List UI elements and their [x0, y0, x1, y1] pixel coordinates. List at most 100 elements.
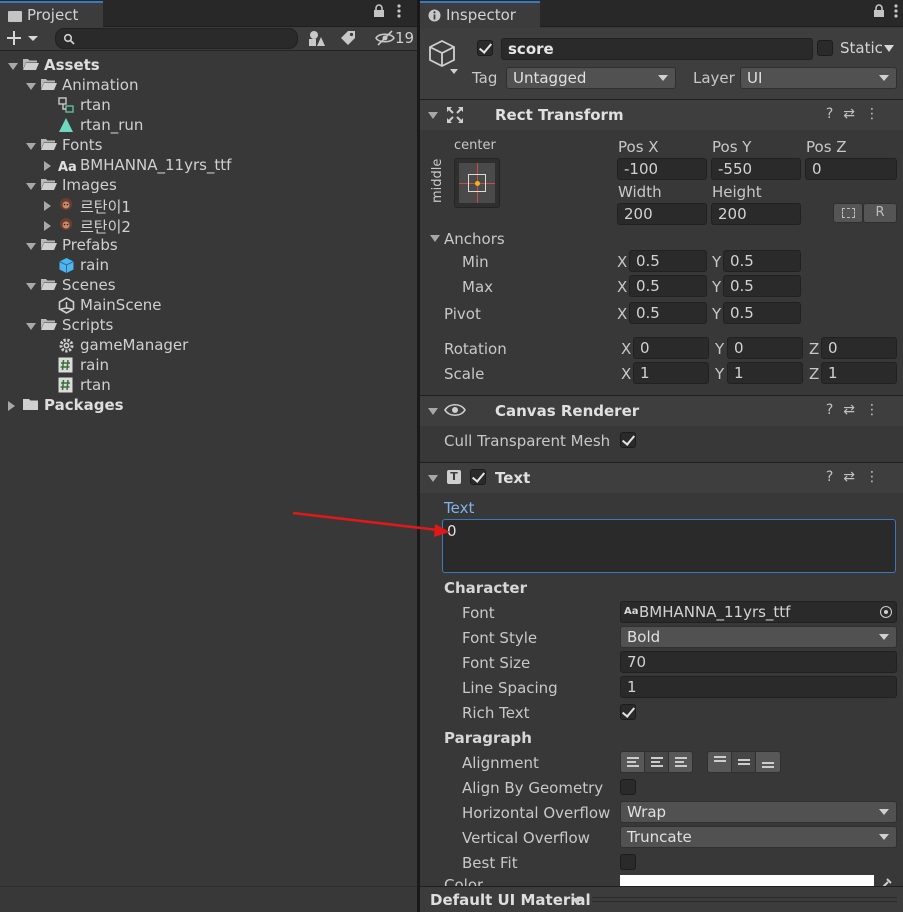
tree-item[interactable]: rtan: [0, 376, 417, 396]
rotation-z-field[interactable]: 0: [821, 337, 897, 359]
tree-item[interactable]: Images: [0, 176, 417, 196]
hidden-packages-toggle[interactable]: 19: [375, 29, 414, 47]
tree-item[interactable]: rtan: [0, 96, 417, 116]
more-options-icon[interactable]: ⋮: [865, 106, 889, 122]
active-checkbox[interactable]: [477, 40, 493, 56]
tree-item[interactable]: Animation: [0, 76, 417, 96]
tree-item[interactable]: gameManager: [0, 336, 417, 356]
tree-item[interactable]: Packages: [0, 396, 417, 416]
preset-icon[interactable]: ⇄: [843, 106, 865, 122]
max-y-field[interactable]: 0.5: [723, 275, 801, 297]
align-middle-button[interactable]: [732, 752, 756, 772]
tree-item[interactable]: 르탄이1: [0, 196, 417, 216]
expand-arrow-right-icon[interactable]: [44, 161, 51, 171]
height-field[interactable]: 200: [711, 203, 801, 225]
expand-arrow-right-icon[interactable]: [8, 401, 15, 411]
align-left-button[interactable]: [621, 752, 645, 772]
more-options-icon[interactable]: [894, 4, 898, 22]
expand-arrow-down-icon[interactable]: [26, 283, 36, 290]
tree-item[interactable]: 르탄이2: [0, 216, 417, 236]
material-dropdown-icon[interactable]: [572, 898, 582, 905]
expand-arrow-down-icon[interactable]: [8, 63, 18, 70]
material-dropdown-label[interactable]: Default UI Material: [430, 891, 591, 909]
tab-project[interactable]: Project: [0, 1, 103, 28]
align-by-geometry-checkbox[interactable]: [620, 779, 636, 795]
static-dropdown-icon[interactable]: [884, 45, 894, 52]
rotation-y-field[interactable]: 0: [727, 337, 803, 359]
align-bottom-button[interactable]: [756, 752, 780, 772]
max-x-field[interactable]: 0.5: [629, 275, 707, 297]
expand-arrow-down-icon[interactable]: [26, 243, 36, 250]
align-top-button[interactable]: [708, 752, 732, 772]
align-right-button[interactable]: [669, 752, 693, 772]
font-style-dropdown[interactable]: Bold: [620, 626, 897, 648]
expand-arrow-down-icon[interactable]: [26, 323, 36, 330]
collapse-icon[interactable]: [428, 475, 438, 482]
pos-z-field[interactable]: 0: [805, 158, 897, 180]
tree-item[interactable]: Prefabs: [0, 236, 417, 256]
more-options-icon[interactable]: ⋮: [865, 402, 889, 418]
expand-arrow-down-icon[interactable]: [26, 183, 36, 190]
line-spacing-field[interactable]: 1: [620, 676, 897, 698]
help-icon[interactable]: ?: [826, 106, 843, 122]
help-icon[interactable]: ?: [826, 402, 843, 418]
filter-by-label-icon[interactable]: [340, 30, 357, 51]
rotation-x-field[interactable]: 0: [633, 337, 709, 359]
more-options-icon[interactable]: [397, 4, 401, 22]
tree-item[interactable]: Scripts: [0, 316, 417, 336]
text-component-header[interactable]: T Text ?⇄⋮: [420, 462, 903, 493]
tree-item[interactable]: Fonts: [0, 136, 417, 156]
text-content-area[interactable]: 0: [442, 519, 896, 573]
tree-item[interactable]: Scenes: [0, 276, 417, 296]
scale-x-field[interactable]: 1: [633, 362, 709, 384]
rich-text-checkbox[interactable]: [620, 704, 636, 720]
align-center-button[interactable]: [645, 752, 669, 772]
lock-icon[interactable]: [873, 4, 885, 21]
color-swatch[interactable]: [620, 875, 874, 886]
font-size-field[interactable]: 70: [620, 651, 897, 673]
canvas-renderer-header[interactable]: Canvas Renderer ?⇄⋮: [420, 395, 903, 426]
tree-item[interactable]: MainScene: [0, 296, 417, 316]
tree-item[interactable]: rain: [0, 356, 417, 376]
tab-inspector[interactable]: Inspector: [420, 1, 540, 28]
object-name-input[interactable]: score: [501, 38, 813, 60]
text-enabled-checkbox[interactable]: [470, 469, 486, 485]
raw-edit-mode-button[interactable]: R: [863, 203, 897, 223]
rect-transform-header[interactable]: Rect Transform ?⇄⋮: [420, 99, 903, 130]
pos-y-field[interactable]: -550: [711, 158, 801, 180]
expand-arrow-right-icon[interactable]: [44, 221, 51, 231]
blueprint-mode-button[interactable]: [833, 203, 863, 223]
expand-arrow-right-icon[interactable]: [44, 201, 51, 211]
more-options-icon[interactable]: ⋮: [865, 469, 889, 485]
width-field[interactable]: 200: [617, 203, 707, 225]
search-input[interactable]: [55, 28, 298, 49]
lock-icon[interactable]: [373, 4, 385, 21]
collapse-icon[interactable]: [428, 408, 438, 415]
tree-item[interactable]: rain: [0, 256, 417, 276]
anchors-foldout-icon[interactable]: [430, 235, 440, 242]
collapse-icon[interactable]: [428, 112, 438, 119]
cull-transparent-mesh-checkbox[interactable]: [620, 432, 636, 448]
pivot-x-field[interactable]: 0.5: [629, 302, 707, 324]
object-picker-icon[interactable]: [880, 606, 892, 618]
gameobject-cube-icon[interactable]: [428, 38, 464, 78]
create-button[interactable]: [6, 29, 40, 51]
scale-y-field[interactable]: 1: [727, 362, 803, 384]
preset-icon[interactable]: ⇄: [843, 469, 865, 485]
pos-x-field[interactable]: -100: [617, 158, 707, 180]
tree-item[interactable]: rtan_run: [0, 116, 417, 136]
expand-arrow-down-icon[interactable]: [26, 143, 36, 150]
horizontal-overflow-dropdown[interactable]: Wrap: [620, 801, 897, 823]
tree-item[interactable]: Assets: [0, 56, 417, 76]
best-fit-checkbox[interactable]: [620, 854, 636, 870]
pivot-y-field[interactable]: 0.5: [723, 302, 801, 324]
scale-z-field[interactable]: 1: [821, 362, 897, 384]
help-icon[interactable]: ?: [826, 469, 843, 485]
static-checkbox[interactable]: [817, 40, 833, 56]
expand-arrow-down-icon[interactable]: [26, 83, 36, 90]
preset-icon[interactable]: ⇄: [843, 402, 865, 418]
tree-item[interactable]: Aa BMHANNA_11yrs_ttf: [0, 156, 417, 176]
layer-dropdown[interactable]: UI: [740, 67, 897, 89]
filter-by-type-icon[interactable]: [308, 30, 326, 51]
font-object-field[interactable]: Aa BMHANNA_11yrs_ttf: [620, 601, 897, 623]
